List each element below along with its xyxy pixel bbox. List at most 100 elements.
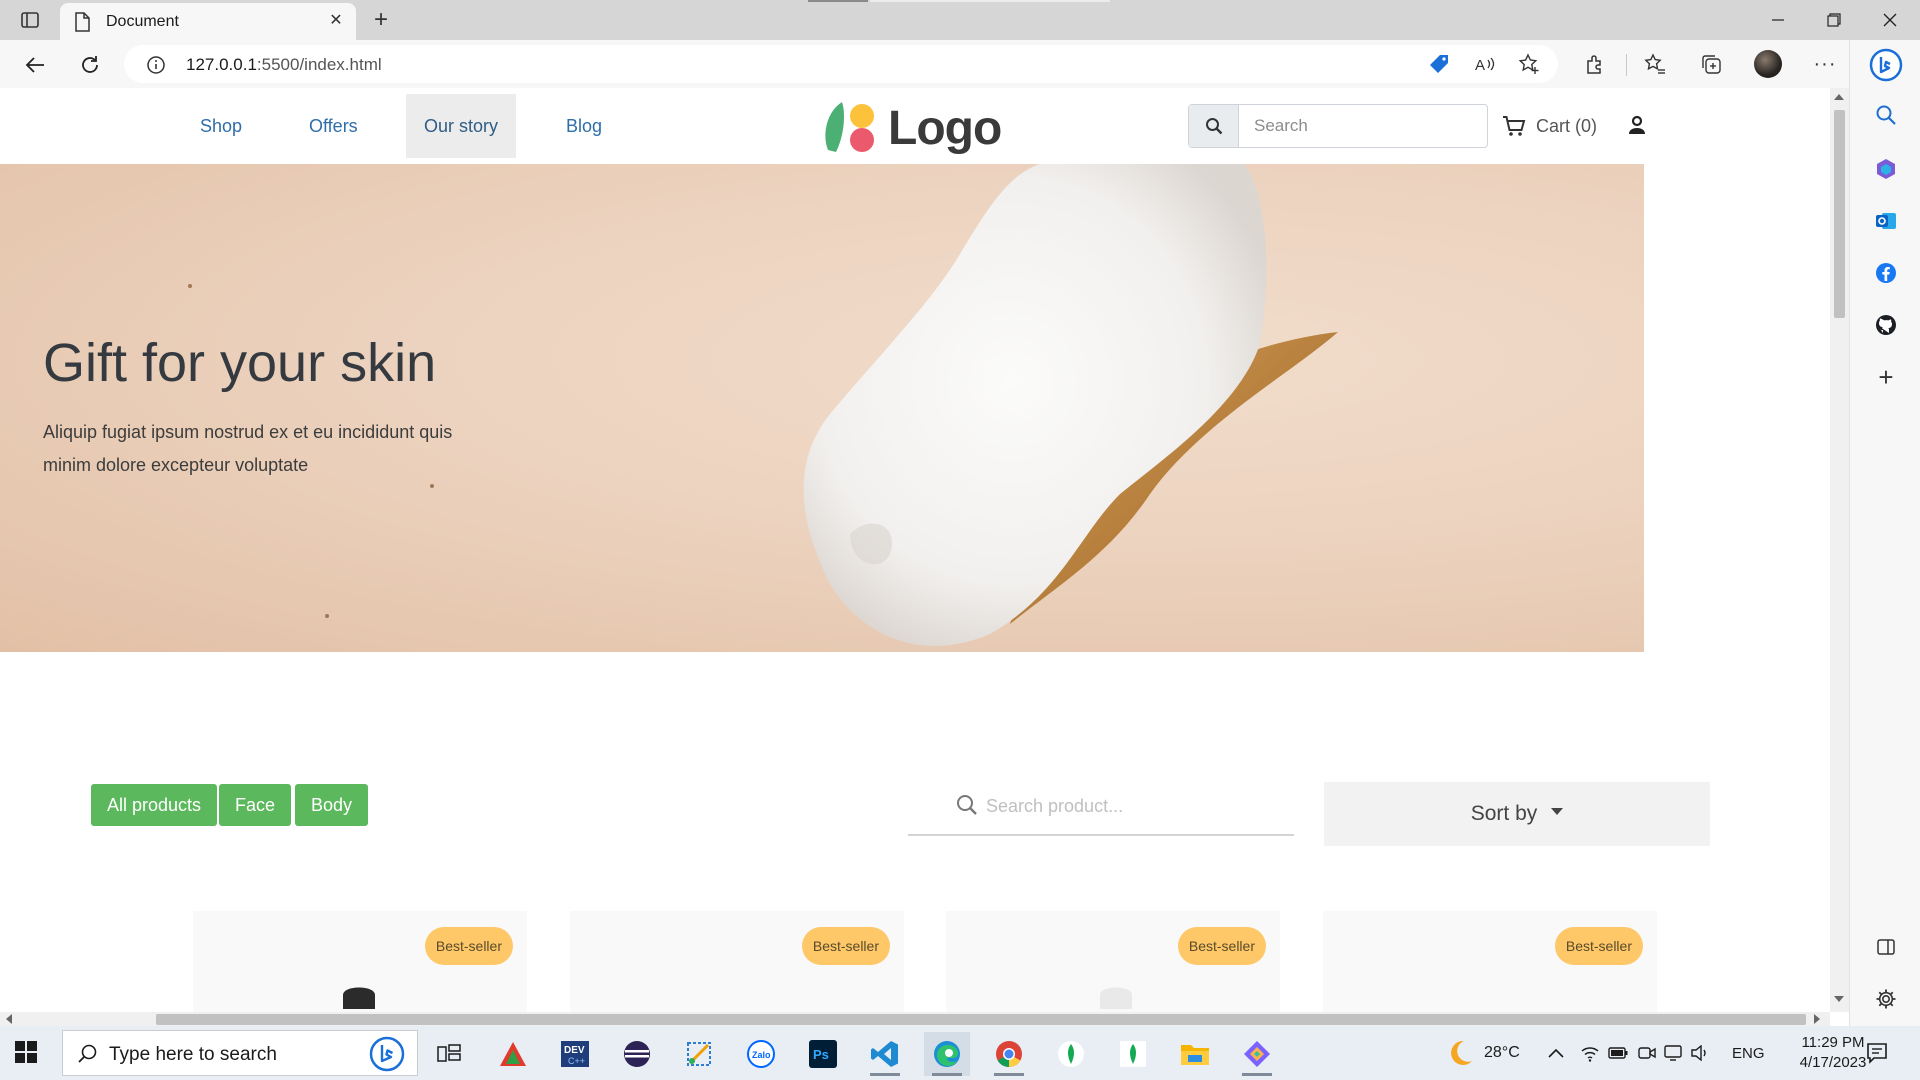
input-language-indicator[interactable]: ENG <box>1732 1026 1765 1080</box>
filter-body-button[interactable]: Body <box>295 784 369 826</box>
site-search-input[interactable] <box>1240 105 1487 147</box>
photoshop-app-icon[interactable]: Ps <box>800 1032 846 1076</box>
profile-avatar[interactable] <box>1754 50 1782 78</box>
scroll-left-arrow[interactable] <box>6 1014 12 1024</box>
notifications-icon[interactable] <box>1866 1042 1888 1069</box>
sort-by-label: Sort by <box>1470 802 1538 825</box>
meet-now-icon[interactable] <box>1638 1026 1656 1080</box>
product-image <box>343 987 375 1009</box>
site-logo[interactable]: Logo <box>820 96 1010 158</box>
add-sidebar-app-icon[interactable]: + <box>1873 362 1899 392</box>
address-bar[interactable]: 127.0.0.1:5500/index.html A <box>124 45 1558 83</box>
git-client-app-icon[interactable] <box>1234 1032 1280 1076</box>
close-window-button[interactable] <box>1862 0 1918 40</box>
product-card[interactable]: Best-seller <box>946 911 1280 1012</box>
best-seller-badge: Best-seller <box>801 927 890 965</box>
settings-gear-icon[interactable] <box>1873 986 1899 1012</box>
tab-title: Document <box>106 13 179 30</box>
toolbar-divider <box>1626 54 1627 76</box>
snipping-tool-app-icon[interactable] <box>676 1032 722 1076</box>
bing-chat-icon[interactable] <box>1869 48 1903 82</box>
outlook-icon[interactable] <box>1873 208 1899 234</box>
hero-title: Gift for your skin <box>43 333 437 393</box>
new-tab-button[interactable]: + <box>368 7 394 33</box>
svg-text:C++: C++ <box>568 1056 585 1066</box>
product-search-input[interactable] <box>986 788 1276 824</box>
read-aloud-icon[interactable]: A <box>1474 53 1496 75</box>
windows-start-icon[interactable] <box>14 1040 40 1066</box>
vscode-app-icon[interactable] <box>862 1032 908 1076</box>
product-card[interactable]: Best-seller <box>570 911 904 1012</box>
best-seller-badge: Best-seller <box>424 927 513 965</box>
browser-titlebar: Document ✕ + <box>0 0 1920 40</box>
more-options-icon[interactable]: ··· <box>1812 51 1838 77</box>
refresh-icon[interactable] <box>75 50 105 80</box>
hero-banner: Gift for your skin Aliquip fugiat ipsum … <box>0 164 1644 652</box>
zalo-app-icon[interactable]: Zalo <box>738 1032 784 1076</box>
scroll-up-arrow[interactable] <box>1834 94 1844 100</box>
product-card[interactable]: Best-seller <box>193 911 527 1012</box>
browser-tab[interactable]: Document ✕ <box>60 3 356 40</box>
edge-app-icon[interactable] <box>924 1032 970 1076</box>
site-info-icon[interactable] <box>146 55 166 80</box>
moon-weather-icon <box>1451 1040 1472 1065</box>
tab-close-icon[interactable]: ✕ <box>326 11 346 31</box>
weather-temperature: 28°C <box>1484 1044 1520 1061</box>
weather-widget[interactable]: 28°C <box>1444 1026 1520 1080</box>
favorites-icon[interactable] <box>1642 51 1668 77</box>
filter-face-button[interactable]: Face <box>219 784 292 826</box>
github-icon[interactable] <box>1873 312 1899 338</box>
add-favorite-icon[interactable] <box>1518 53 1540 75</box>
product-card[interactable]: Best-seller <box>1323 911 1657 1012</box>
filter-all-products-button[interactable]: All products <box>91 784 218 826</box>
show-hidden-icons-chevron-icon[interactable] <box>1548 1026 1564 1080</box>
minimize-button[interactable] <box>1750 0 1806 40</box>
user-account-icon[interactable] <box>1626 114 1650 138</box>
devc-app-icon[interactable]: DEV C++ <box>552 1032 598 1076</box>
scroll-down-arrow[interactable] <box>1834 996 1844 1002</box>
horizontal-scrollbar[interactable] <box>0 1012 1830 1026</box>
edge-sidebar: + <box>1849 40 1920 1026</box>
search-icon[interactable] <box>1873 102 1899 128</box>
tab-actions-icon[interactable] <box>18 8 42 32</box>
hide-sidebar-icon[interactable] <box>1873 934 1899 960</box>
task-view-icon[interactable] <box>426 1032 472 1076</box>
nav-offers[interactable]: Offers <box>291 94 376 158</box>
sort-by-dropdown[interactable]: Sort by <box>1324 782 1710 846</box>
scroll-right-arrow[interactable] <box>1814 1014 1820 1024</box>
battery-icon[interactable] <box>1608 1026 1628 1080</box>
site-header: Shop Offers Our story Blog Logo Cart (0) <box>0 88 1830 164</box>
vertical-scroll-thumb[interactable] <box>1834 110 1845 318</box>
svg-text:Zalo: Zalo <box>752 1050 771 1060</box>
taskbar-search-placeholder: Type here to search <box>109 1044 277 1065</box>
network-icon[interactable] <box>1580 1026 1600 1080</box>
search-icon <box>956 794 978 821</box>
logo-text: Logo <box>888 102 1002 155</box>
nav-blog[interactable]: Blog <box>548 94 620 158</box>
mongodb-compass-app-icon[interactable] <box>1048 1032 1094 1076</box>
collections-icon[interactable] <box>1698 51 1724 77</box>
taskbar-search-box[interactable]: Type here to search <box>62 1030 418 1076</box>
volume-icon[interactable] <box>1690 1026 1710 1080</box>
chrome-app-icon[interactable] <box>986 1032 1032 1076</box>
nav-our-story[interactable]: Our story <box>406 94 517 158</box>
nav-shop[interactable]: Shop <box>182 94 260 158</box>
horizontal-scroll-thumb[interactable] <box>156 1014 1806 1025</box>
pdf-reader-app-icon[interactable] <box>490 1032 536 1076</box>
back-icon[interactable] <box>20 50 50 80</box>
cart-link[interactable]: Cart (0) <box>1502 112 1597 140</box>
coupon-tag-icon[interactable] <box>1428 53 1450 75</box>
caret-down-icon <box>1551 807 1564 815</box>
display-icon[interactable] <box>1664 1026 1682 1080</box>
mongodb-app-icon[interactable] <box>1110 1032 1156 1076</box>
svg-text:DEV: DEV <box>564 1045 585 1056</box>
shopping-icon[interactable] <box>1873 156 1899 182</box>
extensions-icon[interactable] <box>1582 51 1608 77</box>
restore-button[interactable] <box>1806 0 1862 40</box>
facebook-icon[interactable] <box>1873 260 1899 286</box>
product-image <box>1100 987 1132 1009</box>
file-explorer-app-icon[interactable] <box>1172 1032 1218 1076</box>
site-search-button[interactable] <box>1189 105 1239 147</box>
vertical-scrollbar[interactable] <box>1830 88 1849 1012</box>
eclipse-app-icon[interactable] <box>614 1032 660 1076</box>
